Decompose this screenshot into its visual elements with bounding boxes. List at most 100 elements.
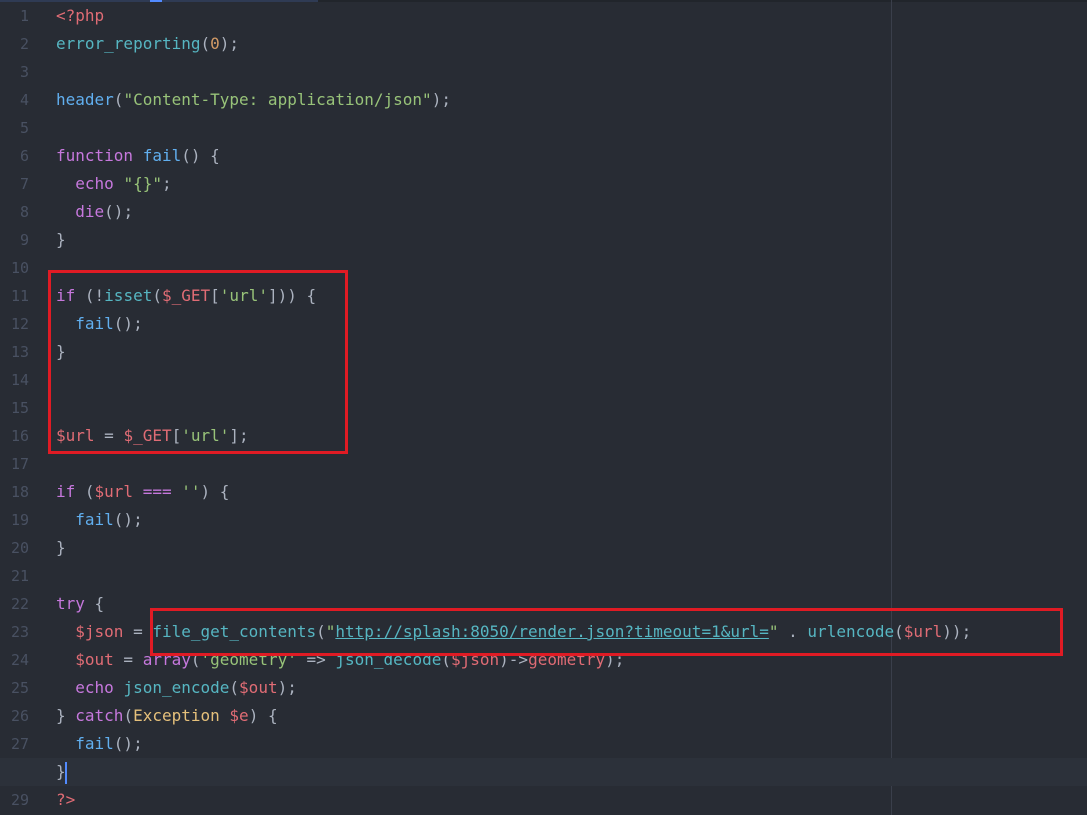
line-number: 3 bbox=[19, 63, 29, 81]
code-token: === bbox=[142, 482, 172, 501]
code-token: $e bbox=[229, 706, 249, 725]
code-line[interactable] bbox=[56, 58, 1087, 86]
line-number: 21 bbox=[10, 567, 29, 585]
line-number: 27 bbox=[10, 735, 29, 753]
line-number: 1 bbox=[19, 7, 29, 25]
code-token: } bbox=[56, 230, 66, 249]
code-token: ( bbox=[229, 678, 240, 697]
code-token: (); bbox=[104, 202, 134, 221]
line-number: 6 bbox=[19, 147, 29, 165]
code-token: } bbox=[56, 706, 76, 725]
code-line[interactable] bbox=[56, 114, 1087, 142]
highlight-box-file-get-contents bbox=[150, 608, 1063, 656]
code-line[interactable]: fail(); bbox=[56, 730, 1087, 758]
code-line[interactable] bbox=[56, 450, 1087, 478]
line-number: 7 bbox=[19, 175, 29, 193]
code-token: Exception bbox=[133, 706, 220, 725]
code-token: ); bbox=[277, 678, 297, 697]
code-token: echo bbox=[75, 174, 114, 193]
line-number: 22 bbox=[10, 595, 29, 613]
code-token: function bbox=[56, 146, 134, 165]
line-number: 19 bbox=[10, 511, 29, 529]
code-token: { bbox=[84, 594, 105, 613]
line-number: 23 bbox=[10, 623, 29, 641]
code-token: fail bbox=[142, 146, 182, 165]
code-token: ); bbox=[431, 90, 451, 109]
code-token: header bbox=[56, 90, 114, 109]
line-number: 25 bbox=[10, 679, 29, 697]
code-token: } bbox=[56, 538, 66, 557]
code-token: echo bbox=[75, 678, 114, 697]
code-editor[interactable]: 1 2 3 4 5 6 7 8 9 10 11 12 13 14 15 16 17 18 19 20 21 22 23 24 2… bbox=[0, 0, 1087, 815]
line-number: 26 bbox=[10, 707, 29, 725]
code-token: 0 bbox=[210, 34, 220, 53]
line-number: 29 bbox=[10, 791, 29, 809]
code-line[interactable]: <?php bbox=[56, 2, 1087, 30]
code-token: ( bbox=[123, 706, 134, 725]
code-line[interactable]: } catch(Exception $e) { bbox=[56, 702, 1087, 730]
code-line[interactable]: function fail() { bbox=[56, 142, 1087, 170]
code-token: try bbox=[56, 594, 85, 613]
code-token: $out bbox=[239, 678, 278, 697]
line-number: 9 bbox=[19, 231, 29, 249]
code-token: ; bbox=[161, 174, 172, 193]
code-line[interactable]: if ($url === '') { bbox=[56, 478, 1087, 506]
code-token: ) { bbox=[200, 482, 230, 501]
code-token: fail bbox=[75, 510, 114, 529]
line-number: 17 bbox=[10, 455, 29, 473]
code-token: ( bbox=[75, 482, 95, 501]
highlight-box-url-input bbox=[48, 270, 348, 454]
code-token: catch bbox=[75, 706, 124, 725]
line-number: 2 bbox=[19, 35, 29, 53]
line-number: 12 bbox=[10, 315, 29, 333]
code-token: fail bbox=[75, 734, 114, 753]
line-number: 24 bbox=[10, 651, 29, 669]
line-number: 18 bbox=[10, 483, 29, 501]
code-line[interactable]: fail(); bbox=[56, 506, 1087, 534]
code-token: (); bbox=[113, 510, 143, 529]
line-number: 16 bbox=[10, 427, 29, 445]
line-number: 20 bbox=[10, 539, 29, 557]
code-token: ?> bbox=[56, 790, 76, 809]
line-number: 5 bbox=[19, 119, 29, 137]
code-line[interactable]: echo json_encode($out); bbox=[56, 674, 1087, 702]
line-number: 13 bbox=[10, 343, 29, 361]
code-line[interactable]: } bbox=[56, 534, 1087, 562]
code-token: = bbox=[123, 622, 153, 641]
code-token: '' bbox=[181, 482, 201, 501]
line-number: 4 bbox=[19, 91, 29, 109]
code-token: error_reporting bbox=[56, 34, 201, 53]
code-line[interactable]: ?> bbox=[56, 786, 1087, 814]
code-token: if bbox=[56, 482, 76, 501]
code-line[interactable]: die(); bbox=[56, 198, 1087, 226]
line-number: 15 bbox=[10, 399, 29, 417]
code-token: "{}" bbox=[123, 174, 162, 193]
code-line[interactable]: error_reporting(0); bbox=[56, 30, 1087, 58]
code-token: ) { bbox=[248, 706, 278, 725]
code-line[interactable]: echo "{}"; bbox=[56, 170, 1087, 198]
line-number-gutter: 1 2 3 4 5 6 7 8 9 10 11 12 13 14 15 16 17 18 19 20 21 22 23 24 2… bbox=[0, 2, 48, 814]
code-line[interactable]: header("Content-Type: application/json")… bbox=[56, 86, 1087, 114]
code-token: $url bbox=[94, 482, 134, 501]
code-line[interactable]: } bbox=[56, 226, 1087, 254]
code-token: json_encode bbox=[123, 678, 230, 697]
code-token: <?php bbox=[56, 6, 105, 25]
code-token: ( bbox=[200, 34, 211, 53]
code-token: ); bbox=[219, 34, 240, 53]
line-number: 10 bbox=[10, 259, 29, 277]
code-token: $json bbox=[75, 622, 124, 641]
code-line[interactable]: } bbox=[0, 758, 1087, 786]
code-line[interactable] bbox=[56, 562, 1087, 590]
